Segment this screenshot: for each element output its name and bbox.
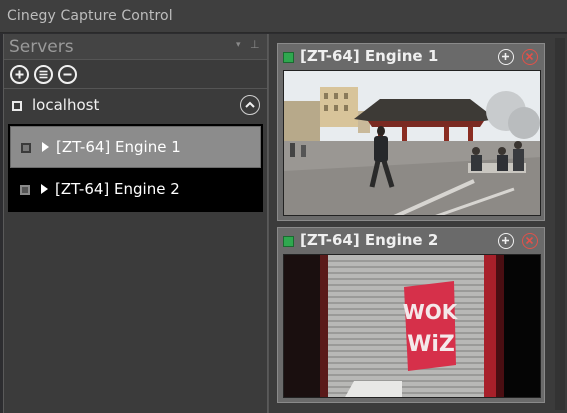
street-plaza-scene [284, 71, 540, 215]
status-indicator [283, 236, 294, 247]
status-indicator [283, 52, 294, 63]
plus-circle-icon [15, 70, 24, 79]
engine-card-header: [ZT-64] Engine 2 [278, 228, 544, 252]
list-circle-icon [39, 70, 48, 79]
close-button[interactable] [522, 233, 538, 249]
sign-line-1: WOK [403, 300, 459, 324]
engine-checkbox[interactable] [20, 185, 30, 195]
engine-label: [ZT-64] Engine 2 [55, 180, 180, 198]
title-bar: Cinegy Capture Control [0, 0, 567, 33]
expand-triangle-icon[interactable] [41, 184, 48, 194]
servers-panel: Servers ▾ ⊥ localhost [ZT-64] Engine 1 [… [3, 34, 268, 413]
engine-card-header: [ZT-64] Engine 1 [278, 44, 544, 68]
add-button[interactable] [498, 233, 514, 249]
engine-preview-panel: [ZT-64] Engine 1 [ZT-64] Engine 2 WOK Wi… [268, 34, 567, 413]
engine-list-item[interactable]: [ZT-64] Engine 1 [10, 126, 261, 168]
engine-label: [ZT-64] Engine 1 [56, 138, 181, 156]
sign-line-2: WiZ [407, 332, 455, 357]
window-title: Cinegy Capture Control [7, 8, 173, 24]
plus-circle-icon [502, 237, 509, 244]
servers-panel-title: Servers [9, 37, 74, 57]
wok-wiz-shutter-scene: WOK WiZ [284, 255, 540, 397]
video-preview [283, 70, 541, 216]
expand-triangle-icon[interactable] [42, 142, 49, 152]
engine-checkbox[interactable] [21, 143, 31, 153]
video-preview: WOK WiZ [283, 254, 541, 398]
close-icon [525, 52, 534, 61]
close-button[interactable] [522, 49, 538, 65]
servers-panel-header: Servers ▾ ⊥ [4, 34, 267, 60]
collapse-button[interactable] [240, 95, 260, 115]
host-row[interactable]: localhost [4, 92, 267, 118]
minus-circle-icon [63, 73, 72, 76]
server-menu-button[interactable] [34, 65, 53, 84]
add-server-button[interactable] [10, 65, 29, 84]
close-icon [525, 236, 534, 245]
host-checkbox[interactable] [12, 101, 22, 111]
remove-server-button[interactable] [58, 65, 77, 84]
plus-circle-icon [502, 53, 509, 60]
engine-card-title: [ZT-64] Engine 1 [300, 47, 439, 65]
panel-dropdown-icon[interactable]: ▾ [236, 40, 241, 50]
chevron-up-icon [245, 101, 255, 108]
host-label: localhost [32, 96, 100, 114]
engine-card[interactable]: [ZT-64] Engine 1 [277, 43, 545, 221]
add-button[interactable] [498, 49, 514, 65]
servers-toolbar [4, 61, 267, 89]
engine-card[interactable]: [ZT-64] Engine 2 WOK WiZ [277, 227, 545, 403]
engine-list: [ZT-64] Engine 1 [ZT-64] Engine 2 [8, 124, 263, 212]
engine-list-item[interactable]: [ZT-64] Engine 2 [10, 169, 261, 211]
engine-card-title: [ZT-64] Engine 2 [300, 231, 439, 249]
pin-icon[interactable]: ⊥ [250, 38, 260, 51]
vertical-scrollbar[interactable] [555, 38, 565, 410]
